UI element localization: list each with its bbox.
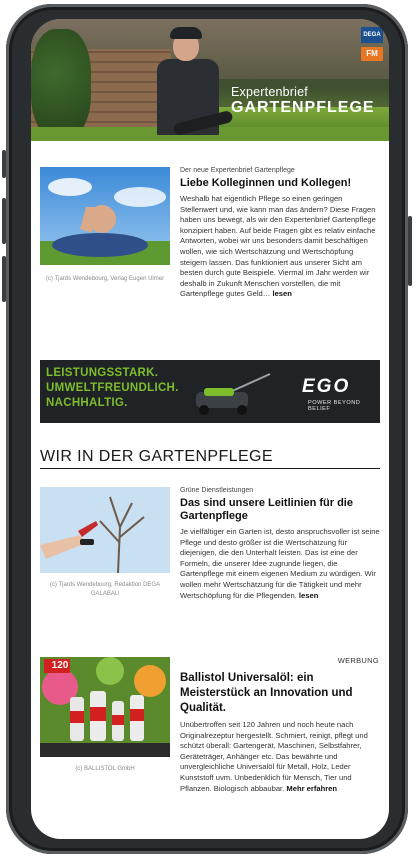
side-button [2, 150, 6, 178]
leitlinien-caption: (c) Tjards Wendebourg, Redaktion DEGA GA… [49, 582, 161, 597]
ego-ad-line-1: LEISTUNGSSTARK. [46, 367, 159, 379]
gardener-cap [170, 27, 202, 39]
leitlinien-title[interactable]: Das sind unsere Leitlinien für die Garte… [180, 497, 380, 523]
dega-logo[interactable]: DEGA [361, 27, 383, 43]
editorial-caption: (c) Tjards Wendebourg, Verlag Eugen Ulme… [45, 276, 165, 282]
leitlinien-read-more-link[interactable]: lesen [299, 591, 318, 600]
ballistol-caption: (c) BALLISTOL GmbH [75, 766, 135, 772]
editorial-photo [40, 167, 170, 265]
ego-ad-text: LEISTUNGSSTARK. UMWELTFREUNDLICH. NACHHA… [46, 366, 179, 411]
ballistol-body-text: Unübertroffen seit 120 Jahren und noch h… [180, 720, 368, 793]
ballistol-badge: 120 [51, 660, 69, 671]
ballistol-image[interactable]: 120 [40, 657, 170, 757]
editorial-text: Der neue Expertenbrief Gartenpflege Lieb… [180, 167, 380, 300]
leitlinien-text: Grüne Dienstleistungen Das sind unsere L… [180, 487, 380, 601]
leitlinien-image[interactable] [40, 487, 170, 573]
editorial-kicker: Der neue Expertenbrief Gartenpflege [180, 167, 295, 174]
ballistol-read-more-link[interactable]: Mehr erfahren [286, 784, 337, 793]
header-banner[interactable]: Expertenbrief GARTENPFLEGE DEGA FM [31, 19, 389, 141]
ego-ad-banner[interactable]: LEISTUNGSSTARK. UMWELTFREUNDLICH. NACHHA… [40, 360, 380, 423]
ego-tagline: POWER BEYOND BELIEF [308, 400, 361, 412]
leitlinien-body-text: Je vielfältiger ein Garten ist, desto an… [180, 527, 380, 600]
fm-logo[interactable]: FM [361, 47, 383, 61]
volume-down-button [2, 256, 6, 302]
editorial-body-text: Weshalb hat eigentlich Pflege so einen g… [180, 194, 376, 299]
volume-up-button [2, 198, 6, 244]
editorial-image[interactable] [40, 167, 170, 265]
pruning-photo [40, 487, 170, 573]
editorial-body: Weshalb hat eigentlich Pflege so einen g… [180, 194, 380, 300]
section-divider [40, 468, 380, 469]
ego-logo: EGO [302, 376, 351, 397]
ego-ad-line-3: NACHHALTIG. [46, 397, 128, 409]
banner-kicker: Expertenbrief [231, 85, 308, 99]
banner-title: GARTENPFLEGE [231, 99, 375, 116]
ego-ad-line-2: UMWELTFREUNDLICH. [46, 382, 179, 394]
advertisement-label: WERBUNG [337, 656, 379, 665]
section-title: WIR IN DER GARTENPFLEGE [40, 448, 273, 465]
ballistol-title[interactable]: Ballistol Universalöl: ein Meisterstück … [180, 671, 380, 716]
leitlinien-kicker: Grüne Dienstleistungen [180, 487, 254, 494]
editorial-read-more-link[interactable]: lesen [272, 289, 291, 298]
lawnmower-image [196, 373, 271, 415]
ballistol-body: Unübertroffen seit 120 Jahren und noch h… [180, 720, 380, 794]
editorial-title[interactable]: Liebe Kolleginnen und Kollegen! [180, 177, 380, 190]
banner-tree [31, 29, 91, 139]
power-button [408, 216, 412, 286]
leitlinien-body: Je vielfältiger ein Garten ist, desto an… [180, 527, 380, 601]
screen: Expertenbrief GARTENPFLEGE DEGA FM (c) T… [31, 19, 389, 839]
ballistol-text: Ballistol Universalöl: ein Meisterstück … [180, 671, 380, 794]
